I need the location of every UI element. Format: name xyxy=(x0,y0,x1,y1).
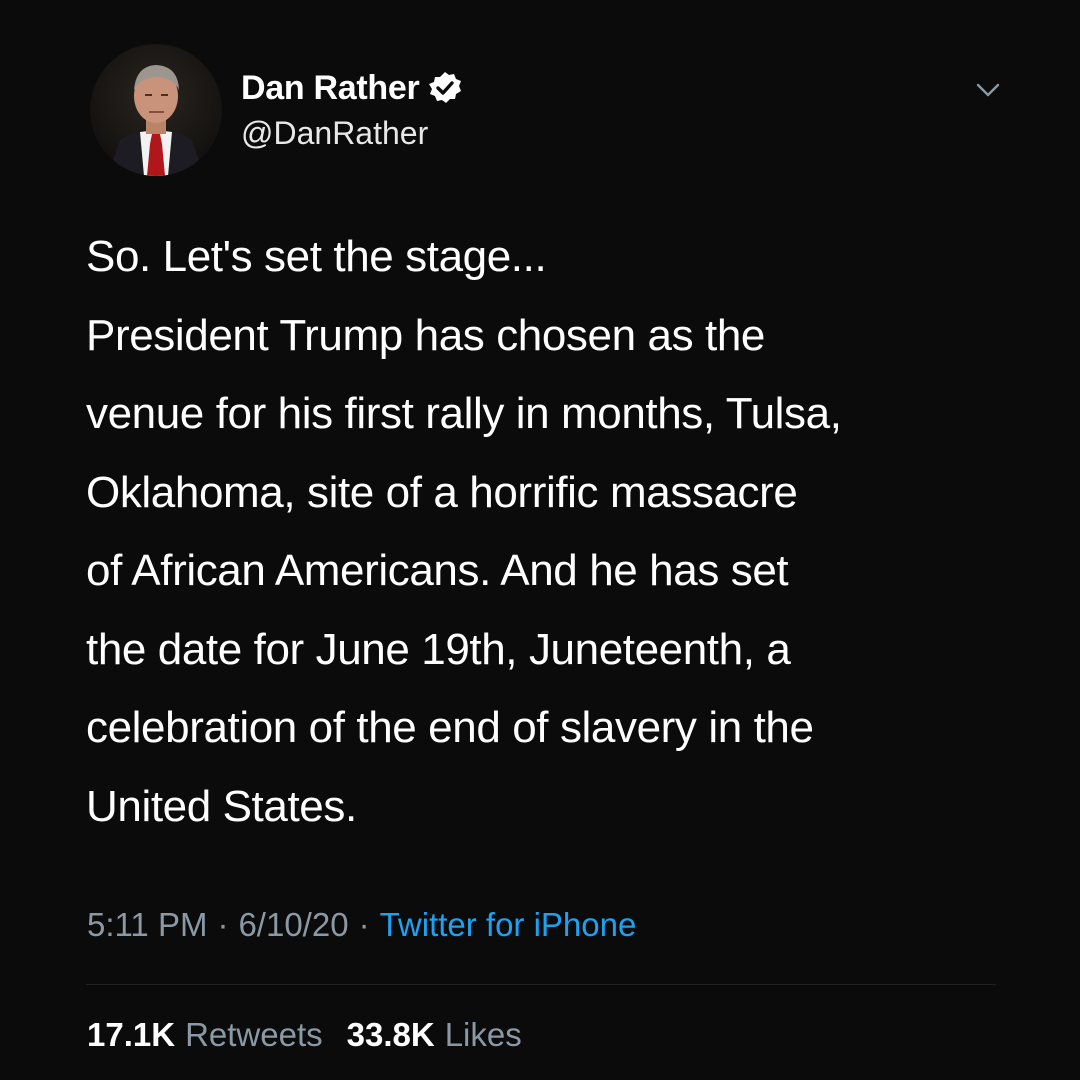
tweet-body-text: So. Let's set the stage... President Tru… xyxy=(86,232,842,831)
tweet-card: Dan Rather @DanRather So. Let's set the … xyxy=(0,0,1080,1080)
tweet-meta: 5:11 PM · 6/10/20 · Twitter for iPhone xyxy=(87,906,636,944)
likes-label: Likes xyxy=(444,1016,522,1053)
likes-count: 33.8K xyxy=(346,1016,435,1053)
meta-separator: · xyxy=(217,906,229,943)
tweet-stats: 17.1K Retweets 33.8K Likes xyxy=(87,1016,546,1054)
tweet-date[interactable]: 6/10/20 xyxy=(238,906,348,944)
author-display-name[interactable]: Dan Rather xyxy=(241,69,420,108)
author-name-row: Dan Rather xyxy=(241,66,463,110)
retweets-count: 17.1K xyxy=(87,1016,176,1053)
tweet-source-link[interactable]: Twitter for iPhone xyxy=(380,906,637,944)
chevron-down-icon[interactable] xyxy=(972,74,1004,106)
divider xyxy=(86,984,996,985)
meta-separator: · xyxy=(358,906,370,943)
author-handle[interactable]: @DanRather xyxy=(241,115,428,152)
profile-avatar[interactable] xyxy=(90,44,222,176)
retweets-label: Retweets xyxy=(185,1016,323,1053)
retweets-stat[interactable]: 17.1K Retweets xyxy=(87,1016,323,1054)
likes-stat[interactable]: 33.8K Likes xyxy=(347,1016,522,1054)
verified-badge-icon xyxy=(427,70,463,106)
tweet-time[interactable]: 5:11 PM xyxy=(87,906,207,944)
